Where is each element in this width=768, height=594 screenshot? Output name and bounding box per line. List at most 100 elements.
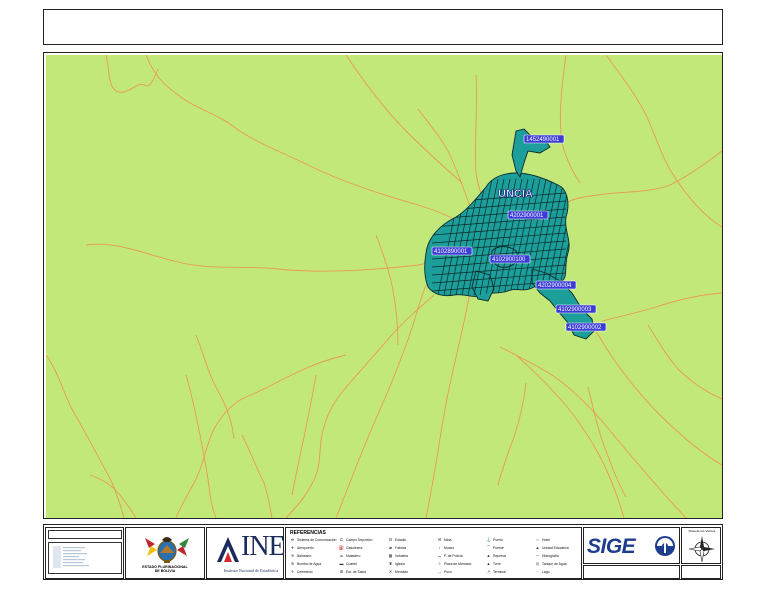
reference-item: ▦ Industria <box>388 553 409 559</box>
mine-icon: ⚒ <box>437 537 442 542</box>
reference-item: ♁ Museo <box>437 545 455 551</box>
reference-label: Torre <box>493 562 501 566</box>
reference-label: Sistema de Comunicación <box>297 538 337 542</box>
reference-item: ∼ Hidrografía <box>535 553 559 559</box>
reference-item: ▲ Torre <box>486 561 501 567</box>
reference-item: ⌂ Hotel <box>535 537 550 543</box>
reference-item: ▬ Cuartel <box>339 562 357 567</box>
sigec-caption-box <box>583 565 680 579</box>
reference-item: ⚓ Puerto <box>486 537 503 543</box>
map-canvas[interactable]: 1452490001 4202900001 4102890001 4102900100… <box>46 55 722 518</box>
ine-subtitle: Instituto Nacional de Estadística <box>223 568 279 573</box>
svg-text:4202900004: 4202900004 <box>538 283 572 289</box>
map-frame: 1452490001 4202900001 4102890001 4102900100… <box>43 52 723 519</box>
ine-logo-box: INE Instituto Nacional de Estadística <box>206 527 286 579</box>
hotel-icon: ⌂ <box>536 537 539 542</box>
zone-label-2: 4202900001 <box>507 210 549 220</box>
reservoir-icon: ▲ <box>486 553 491 558</box>
svg-text:4102900100: 4102900100 <box>492 257 526 263</box>
reference-item: ♱ Cemeterio <box>290 569 313 575</box>
zone-label-3: 4102890001 <box>431 246 473 256</box>
reference-item: ⊏ Campo Deportivo <box>339 538 373 543</box>
market-icon: ✕ <box>388 569 393 574</box>
reference-item: ↗ Terminal <box>486 569 506 575</box>
svg-text:4102900003: 4102900003 <box>558 307 592 313</box>
water-tank-icon: ◎ <box>535 561 540 566</box>
reference-label: Gasolinera <box>346 546 363 550</box>
urban-label: UNCIA <box>498 188 533 200</box>
zone-label-6: 4102900003 <box>555 304 597 314</box>
reference-label: Unidad Educativa <box>542 546 569 550</box>
reference-item: ⛯ Sistema de Comunicación <box>290 538 337 543</box>
ine-logo-icon <box>217 537 239 562</box>
reference-label: Bomba de Agua <box>297 562 322 566</box>
reference-label: Museo <box>444 546 455 550</box>
reference-label: P. de Policía <box>444 554 463 558</box>
airport-icon: ✈ <box>290 545 295 550</box>
inset-title <box>48 530 122 539</box>
factory-icon: ▰ <box>388 545 393 550</box>
sigec-logo-box: SIGE <box>583 527 680 564</box>
river-icon: ∼ <box>535 553 540 558</box>
cemetery-icon: ♱ <box>290 569 295 574</box>
bridge-icon: ⏜ <box>486 545 491 550</box>
land-area <box>46 55 722 518</box>
inset-map <box>48 542 122 574</box>
reference-item: ◌ Lago <box>535 569 550 575</box>
reference-item: ▲ Represa <box>486 553 506 559</box>
reference-label: Cuartel <box>346 562 357 566</box>
reference-item: ⛽ Gasolinera <box>339 546 363 551</box>
reference-item: ⚒ Mina <box>437 537 452 543</box>
reference-item: ✕ Mercado <box>388 569 409 575</box>
industry-icon: ▦ <box>388 553 393 558</box>
reference-label: Campo Deportivo <box>346 538 373 542</box>
reference-label: Aeropuerto <box>297 546 314 550</box>
sigec-globe-icon <box>655 536 675 556</box>
reference-label: Cemeterio <box>297 570 313 574</box>
ine-logo-text: INE <box>241 531 286 562</box>
compass-box: Rosa de los Vientos <box>681 527 721 564</box>
location-inset <box>45 527 124 579</box>
church-icon: ♜ <box>388 561 393 566</box>
reference-label: Mercado <box>395 570 409 574</box>
water-pump-icon: ⊛ <box>290 561 295 566</box>
health-center-icon: ⊞ <box>339 569 344 574</box>
reference-label: Lago <box>542 570 550 574</box>
legend-strip: ESTADO PLURINACIONAL DE BOLIVIA INE Inst… <box>43 524 723 580</box>
reference-item: ◡ Pozo <box>437 570 452 575</box>
reference-label: Represa <box>493 554 506 558</box>
reference-item: ◎ Tanque de Agua <box>535 561 567 567</box>
port-icon: ⚓ <box>486 537 491 542</box>
tower-icon: ▲ <box>486 561 491 566</box>
scale-box <box>681 565 721 579</box>
reference-label: Hidrografía <box>542 554 559 558</box>
reference-label: Industria <box>395 554 409 558</box>
compass-label: Rosa de los Vientos <box>688 529 716 533</box>
reference-item: ▰ Fábrica <box>388 545 407 551</box>
terminal-icon: ↗ <box>486 569 491 574</box>
police-icon: ⌴ <box>437 553 442 558</box>
reference-label: Fábrica <box>395 546 407 550</box>
reference-label: Pozo <box>444 570 452 574</box>
sigec-logo-text: SIGE <box>587 535 636 558</box>
museum-icon: ♁ <box>438 545 441 550</box>
lake-icon: ◌ <box>536 569 539 574</box>
compass-rose-icon <box>688 536 715 563</box>
reference-label: Tanque de Agua <box>542 562 567 566</box>
map-title-box <box>43 9 723 45</box>
reference-label: Puerto <box>493 538 503 542</box>
svg-text:4102890001: 4102890001 <box>434 249 468 255</box>
zone-label-5: 4202900004 <box>535 280 577 290</box>
state-name: ESTADO PLURINACIONAL DE BOLIVIA <box>142 565 188 574</box>
svg-text:1452490001: 1452490001 <box>526 137 560 143</box>
reference-item: ⌴ P. de Policía <box>437 553 463 559</box>
state-emblem-box: ESTADO PLURINACIONAL DE BOLIVIA <box>125 527 205 579</box>
reference-label: Est. de Salud <box>346 570 367 574</box>
svg-text:4202900001: 4202900001 <box>510 213 544 219</box>
reference-item: ⊛ Bomba de Agua <box>290 561 322 567</box>
reference-label: Puente <box>493 546 504 550</box>
coat-of-arms-icon <box>145 537 189 563</box>
reference-item: ⊟ Estadio <box>388 538 407 543</box>
zone-label-4: 4102900100 <box>489 254 531 264</box>
zone-label-7: 4102900002 <box>565 322 607 332</box>
